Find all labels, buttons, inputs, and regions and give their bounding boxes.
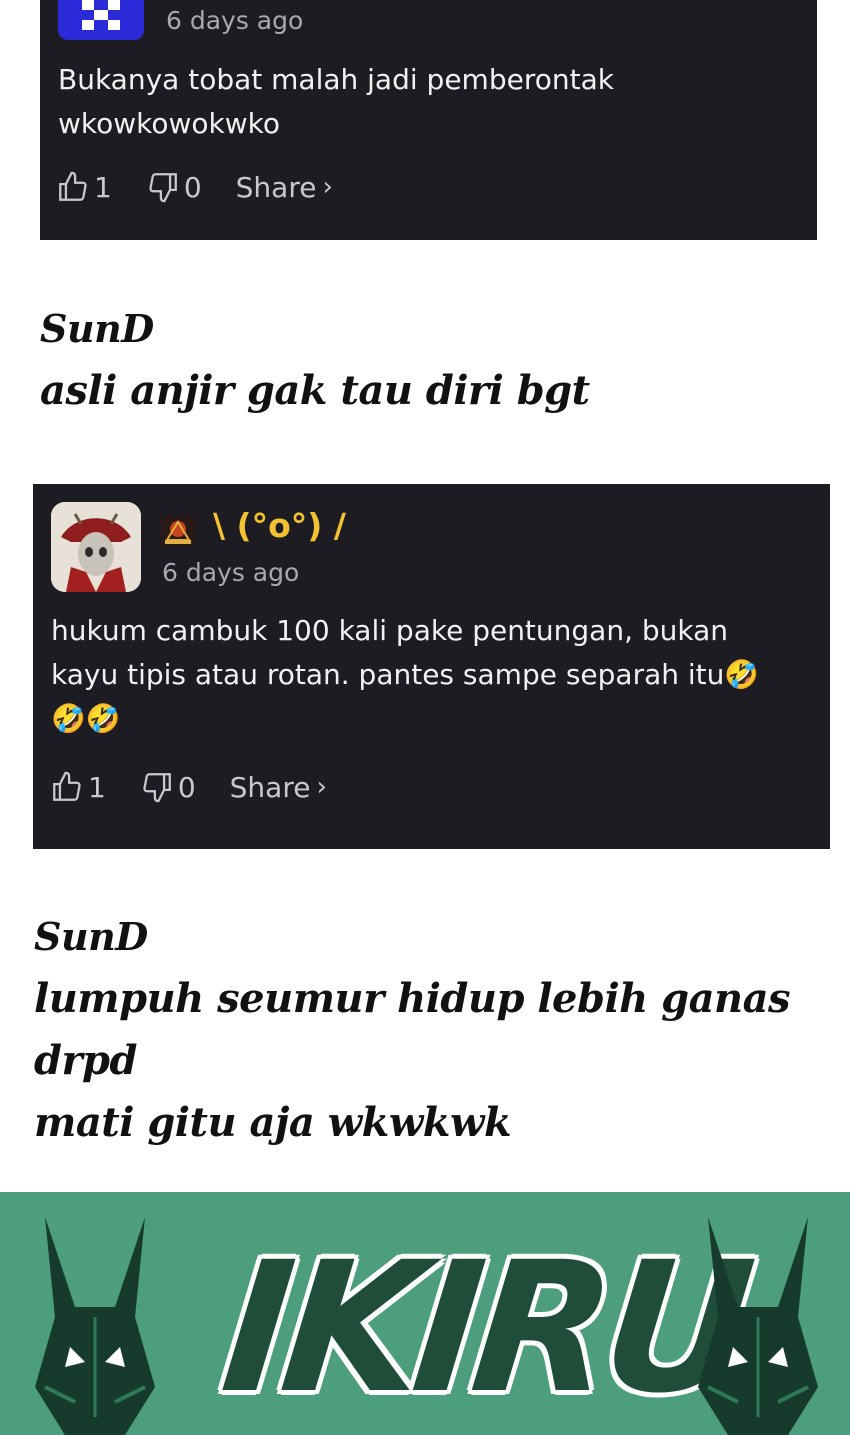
chevron-right-icon: › [322,172,333,202]
thumbs-down-icon [149,173,177,203]
dislike-button[interactable]: 0 [146,170,202,204]
share-button[interactable]: Share › [236,171,333,204]
like-count: 1 [94,170,112,204]
dislike-count: 0 [177,770,196,804]
anubis-head-icon [698,1217,818,1435]
username[interactable]: \ (°o°) / [213,506,346,545]
dislike-count: 0 [183,170,202,204]
ikiru-logo: IKIRU [214,1224,755,1433]
caption-author: SunD [34,914,148,959]
comment-actions: 1 0 Share › [50,770,327,804]
comment-timestamp: 6 days ago [166,6,304,35]
comment-text: hukum cambuk 100 kali pake pentungan, bu… [51,614,760,735]
caption-text: asli anjir gak tau diri bgt [40,367,590,414]
like-button[interactable]: 1 [56,170,112,204]
like-count: 1 [88,770,106,804]
share-label: Share [235,170,317,204]
anubis-head-icon [35,1217,155,1435]
caption-text: lumpuh seumur hidup lebih ganas drpd mat… [34,975,791,1146]
comment-card: 6 days ago Bukanya tobat malah jadi pemb… [40,0,817,240]
caption-author: SunD [40,306,154,351]
avatar[interactable] [51,502,141,592]
comment-actions: 1 0 Share › [56,170,333,204]
thumbs-up-icon [53,771,81,801]
comment-text: Bukanya tobat malah jadi pemberontak wko… [58,63,614,140]
like-button[interactable]: 1 [50,770,106,804]
thumbs-up-icon [59,171,87,201]
avatar[interactable] [58,0,144,40]
rank-badge-icon [161,516,195,546]
comment-timestamp: 6 days ago [162,558,300,587]
thumbs-down-icon [143,773,171,803]
dislike-button[interactable]: 0 [140,770,196,804]
share-button[interactable]: Share › [230,771,327,804]
comment-card: \ (°o°) / 6 days ago hukum cambuk 100 ka… [33,484,830,849]
ikiru-banner: IKIRU [0,1192,850,1435]
share-label: Share [229,770,311,804]
chevron-right-icon: › [316,772,327,802]
